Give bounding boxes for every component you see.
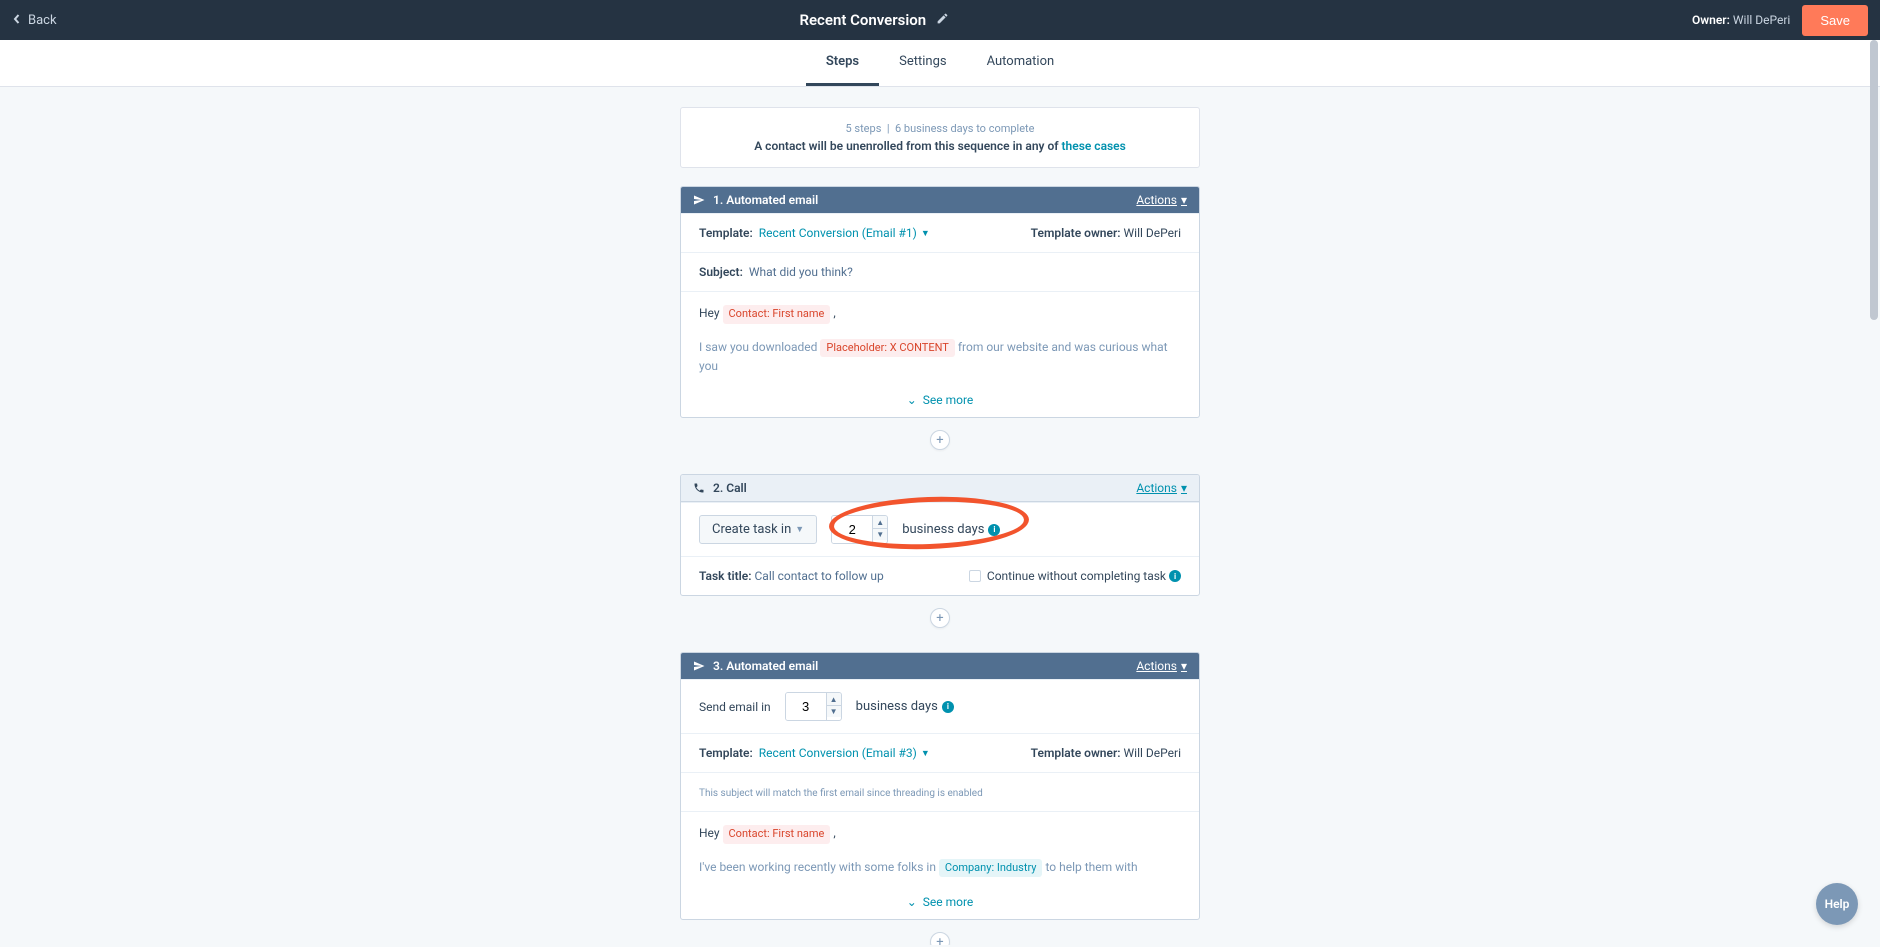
caret-down-icon: ▼ — [921, 748, 930, 759]
top-bar: Back Recent Conversion Owner: Will DePer… — [0, 0, 1880, 40]
business-days-label: business days i — [902, 522, 1000, 537]
chevron-down-icon: ⌄ — [907, 393, 917, 407]
days-input[interactable]: ▲ ▼ — [831, 515, 888, 544]
summary-card: 5 steps | 6 business days to complete A … — [680, 107, 1200, 168]
continue-label: Continue without completing task — [987, 569, 1166, 583]
step-3-card: 3. Automated email Actions ▾ Send email … — [680, 652, 1200, 920]
tab-strip: Steps Settings Automation — [0, 40, 1880, 87]
step-3-header: 3. Automated email Actions ▾ — [681, 653, 1199, 679]
business-days-label: business days i — [856, 699, 954, 714]
template-label: Template: — [699, 226, 753, 240]
back-button[interactable]: Back — [12, 13, 57, 28]
template-link[interactable]: Recent Conversion (Email #1) ▼ — [759, 226, 930, 240]
unenroll-cases-link[interactable]: these cases — [1062, 139, 1126, 153]
template-label: Template: — [699, 746, 753, 760]
step-3-actions[interactable]: Actions ▾ — [1136, 659, 1187, 673]
add-step-button[interactable]: + — [930, 430, 950, 450]
scrollbar[interactable] — [1868, 40, 1880, 947]
subject-value: What did you think? — [749, 265, 853, 279]
continue-checkbox[interactable] — [969, 570, 981, 582]
help-button[interactable]: Help — [1816, 883, 1858, 925]
phone-icon — [693, 482, 705, 494]
step-2-card: 2. Call Actions ▾ Create task in ▼ ▲ — [680, 474, 1200, 596]
page-title: Recent Conversion — [799, 11, 926, 29]
info-icon[interactable]: i — [1169, 570, 1181, 582]
owner-display: Owner: Will DePeri — [1692, 13, 1790, 27]
save-button[interactable]: Save — [1802, 5, 1868, 36]
chevron-down-icon: ⌄ — [907, 895, 917, 909]
summary-unenroll: A contact will be unenrolled from this s… — [701, 139, 1179, 153]
tab-steps[interactable]: Steps — [806, 40, 879, 86]
send-email-in-label: Send email in — [699, 700, 771, 714]
step-2-actions[interactable]: Actions ▾ — [1136, 481, 1187, 495]
template-link[interactable]: Recent Conversion (Email #3) ▼ — [759, 746, 930, 760]
token-company-industry: Company: Industry — [939, 859, 1043, 878]
caret-down-icon: ▼ — [921, 228, 930, 239]
caret-down-icon: ▾ — [1181, 193, 1187, 207]
email-body-preview: Hey Contact: First name , I've been work… — [681, 811, 1199, 889]
info-icon[interactable]: i — [942, 701, 954, 713]
template-owner: Template owner: Will DePeri — [1031, 746, 1181, 760]
tab-automation[interactable]: Automation — [967, 40, 1075, 86]
see-more-button[interactable]: ⌄ See more — [681, 889, 1199, 919]
see-more-button[interactable]: ⌄ See more — [681, 387, 1199, 417]
step-2-header: 2. Call Actions ▾ — [681, 475, 1199, 502]
task-title: Task title: Call contact to follow up — [699, 569, 884, 583]
create-task-in-select[interactable]: Create task in ▼ — [699, 515, 817, 544]
days-input-field[interactable] — [832, 516, 872, 543]
tab-settings[interactable]: Settings — [879, 40, 966, 86]
info-icon[interactable]: i — [988, 524, 1000, 536]
chevron-left-icon — [12, 13, 22, 28]
caret-down-icon: ▼ — [795, 524, 804, 535]
step-1-header: 1. Automated email Actions ▾ — [681, 187, 1199, 213]
stepper-up[interactable]: ▲ — [873, 516, 887, 528]
paper-plane-icon — [693, 194, 705, 206]
caret-down-icon: ▾ — [1181, 659, 1187, 673]
paper-plane-icon — [693, 660, 705, 672]
stepper-down[interactable]: ▼ — [827, 705, 841, 717]
add-step-button[interactable]: + — [930, 608, 950, 628]
token-first-name: Contact: First name — [723, 305, 831, 324]
summary-stats: 5 steps | 6 business days to complete — [701, 122, 1179, 135]
back-label: Back — [28, 13, 57, 28]
step-1-actions[interactable]: Actions ▾ — [1136, 193, 1187, 207]
token-first-name: Contact: First name — [723, 825, 831, 844]
caret-down-icon: ▾ — [1181, 481, 1187, 495]
scrollbar-thumb[interactable] — [1870, 40, 1878, 320]
stepper-down[interactable]: ▼ — [873, 528, 887, 540]
add-step-button[interactable]: + — [930, 932, 950, 945]
email-body-preview: Hey Contact: First name , I saw you down… — [681, 291, 1199, 387]
stepper-up[interactable]: ▲ — [827, 693, 841, 705]
pencil-icon[interactable] — [936, 12, 949, 29]
template-owner: Template owner: Will DePeri — [1031, 226, 1181, 240]
workspace: 5 steps | 6 business days to complete A … — [0, 87, 1880, 945]
token-placeholder-content: Placeholder: X CONTENT — [820, 339, 954, 358]
page-title-wrap: Recent Conversion — [799, 11, 949, 29]
threading-note: This subject will match the first email … — [699, 788, 983, 799]
subject-label: Subject: — [699, 265, 743, 279]
step-1-card: 1. Automated email Actions ▾ Template: R… — [680, 186, 1200, 418]
days-input-field[interactable] — [786, 693, 826, 720]
days-input[interactable]: ▲ ▼ — [785, 692, 842, 721]
